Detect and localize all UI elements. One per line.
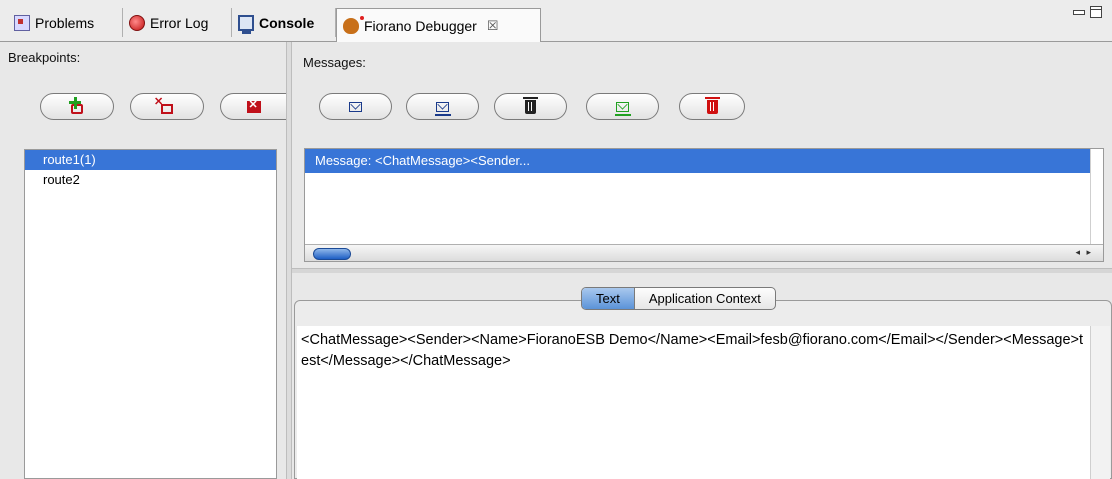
send-message-button[interactable] xyxy=(586,93,659,120)
text-vertical-scrollbar[interactable] xyxy=(1090,326,1110,479)
tab-fiorano-debugger[interactable]: Fiorano Debugger ☒ xyxy=(336,8,541,42)
vertical-splitter[interactable] xyxy=(286,42,292,479)
edit-message-button[interactable] xyxy=(406,93,479,120)
view-window-controls xyxy=(1072,6,1102,18)
list-item[interactable]: route2 xyxy=(25,170,276,190)
close-tab-icon[interactable]: ☒ xyxy=(487,18,499,34)
list-item[interactable]: route1(1) xyxy=(25,150,276,170)
tab-text[interactable]: Text xyxy=(582,288,635,309)
maximize-icon[interactable] xyxy=(1090,6,1102,18)
minimize-icon[interactable] xyxy=(1072,6,1085,18)
debugger-icon xyxy=(343,15,364,34)
error-log-icon xyxy=(129,14,145,31)
add-breakpoint-icon xyxy=(69,96,83,114)
message-list-item[interactable]: Message: <ChatMessage><Sender... xyxy=(305,149,1090,173)
send-message-icon xyxy=(615,101,631,116)
problems-icon xyxy=(14,14,30,31)
view-tab-bar: Problems Error Log Console Fiorano Debug… xyxy=(0,0,1112,42)
vertical-scrollbar[interactable] xyxy=(1090,149,1103,244)
delete-message-icon xyxy=(523,96,538,114)
scroll-thumb[interactable] xyxy=(313,248,351,260)
delete-message-button[interactable] xyxy=(494,93,567,120)
delete-all-messages-icon xyxy=(704,96,720,114)
horizontal-splitter[interactable] xyxy=(292,268,1112,273)
remove-all-breakpoints-button[interactable] xyxy=(220,93,286,120)
tab-problems-label: Problems xyxy=(35,14,95,31)
edit-message-icon xyxy=(435,101,451,116)
tab-console-label: Console xyxy=(259,14,315,31)
breakpoints-list[interactable]: route1(1) route2 xyxy=(24,149,277,479)
messages-label: Messages: xyxy=(303,55,366,70)
tab-fiorano-debugger-label: Fiorano Debugger xyxy=(364,17,477,34)
remove-breakpoint-icon xyxy=(154,95,173,114)
remove-breakpoint-button[interactable] xyxy=(130,93,204,120)
console-icon xyxy=(238,14,254,34)
tab-error-log-label: Error Log xyxy=(150,14,209,31)
breakpoints-label: Breakpoints: xyxy=(8,50,81,65)
tab-console[interactable]: Console xyxy=(232,8,336,37)
scroll-arrows-icon[interactable]: ◂ ▸ xyxy=(1075,247,1093,258)
messages-list[interactable]: Message: <ChatMessage><Sender... ◂ ▸ xyxy=(304,148,1104,262)
detail-tab-switcher: Text Application Context xyxy=(581,287,776,310)
remove-all-breakpoints-icon xyxy=(246,98,261,113)
message-text-area[interactable]: <ChatMessage><Sender><Name>FioranoESB De… xyxy=(297,326,1090,479)
tab-error-log[interactable]: Error Log xyxy=(123,8,232,37)
tab-problems[interactable]: Problems xyxy=(8,8,123,37)
horizontal-scrollbar[interactable]: ◂ ▸ xyxy=(305,244,1103,261)
view-message-button[interactable] xyxy=(319,93,392,120)
add-breakpoint-button[interactable] xyxy=(40,93,114,120)
tab-application-context[interactable]: Application Context xyxy=(635,288,775,309)
view-message-icon xyxy=(349,101,362,112)
delete-all-messages-button[interactable] xyxy=(679,93,745,120)
